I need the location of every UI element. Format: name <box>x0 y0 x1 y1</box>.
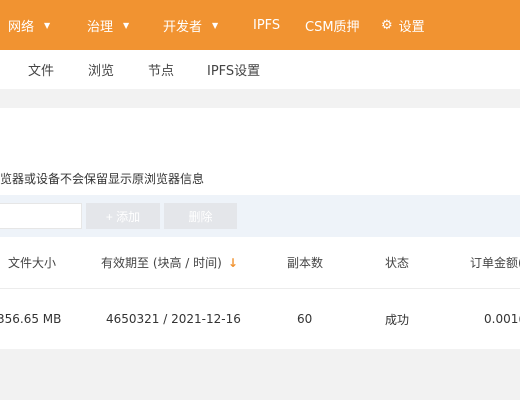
cell-expiry: 4650321 / 2021-12-16 <box>106 312 241 326</box>
table-header: 文件大小 有效期至 (块高 / 时间) ↓ 副本数 状态 订单金额( <box>0 237 520 289</box>
browser-notice: 览器或设备不会保留显示原浏览器信息 <box>0 172 205 186</box>
cell-replicas: 60 <box>297 312 313 326</box>
column-header-expiry[interactable]: 有效期至 (块高 / 时间) ↓ <box>101 237 238 288</box>
nav-network-label: 网络 <box>8 19 35 35</box>
nav-settings[interactable]: ⚙ 设置 <box>381 0 425 50</box>
column-header-expiry-label: 有效期至 (块高 / 时间) <box>101 256 222 270</box>
nav-developer[interactable]: 开发者 ▼ <box>163 0 218 50</box>
sub-nav-tabs: 文件 浏览 节点 IPFS设置 <box>0 50 520 89</box>
sort-desc-icon[interactable]: ↓ <box>228 256 238 270</box>
column-header-replicas[interactable]: 副本数 <box>287 237 323 288</box>
nav-governance[interactable]: 治理 ▼ <box>87 0 129 50</box>
gear-icon: ⚙ <box>381 17 393 33</box>
delete-button[interactable]: 删除 <box>164 203 237 229</box>
search-input[interactable] <box>0 203 82 229</box>
cell-status: 成功 <box>385 312 410 327</box>
top-nav-bar: 网络 ▼ 治理 ▼ 开发者 ▼ IPFS CSM质押 ⚙ 设置 <box>0 0 520 50</box>
chevron-down-icon: ▼ <box>212 20 219 30</box>
nav-developer-label: 开发者 <box>163 19 203 35</box>
nav-network[interactable]: 网络 ▼ <box>8 0 50 50</box>
nav-settings-label: 设置 <box>398 19 425 35</box>
files-toolbar: + 添加 删除 <box>0 195 520 237</box>
cell-file-size: 356.65 MB <box>0 312 62 326</box>
column-header-file-size[interactable]: 文件大小 <box>8 237 56 288</box>
chevron-down-icon: ▼ <box>44 20 51 30</box>
column-header-order-amount[interactable]: 订单金额( <box>470 237 520 288</box>
files-panel: 览器或设备不会保留显示原浏览器信息 + 添加 删除 文件大小 有效期至 (块高 … <box>0 108 520 349</box>
nav-csm-staking[interactable]: CSM质押 <box>305 0 360 50</box>
tab-nodes[interactable]: 节点 <box>148 50 174 89</box>
cell-order-amount: 0.001( <box>484 312 520 326</box>
tab-files[interactable]: 文件 <box>28 50 54 89</box>
tab-browse[interactable]: 浏览 <box>88 50 114 89</box>
nav-csm-staking-label: CSM质押 <box>305 19 360 35</box>
table-row[interactable]: 356.65 MB 4650321 / 2021-12-16 60 成功 0.0… <box>0 289 520 349</box>
nav-ipfs[interactable]: IPFS <box>253 0 280 50</box>
nav-ipfs-label: IPFS <box>253 17 281 33</box>
column-header-status[interactable]: 状态 <box>385 237 409 288</box>
nav-governance-label: 治理 <box>87 19 114 35</box>
tab-ipfs-settings[interactable]: IPFS设置 <box>207 50 260 89</box>
chevron-down-icon: ▼ <box>123 20 130 30</box>
add-button[interactable]: + 添加 <box>86 203 160 229</box>
